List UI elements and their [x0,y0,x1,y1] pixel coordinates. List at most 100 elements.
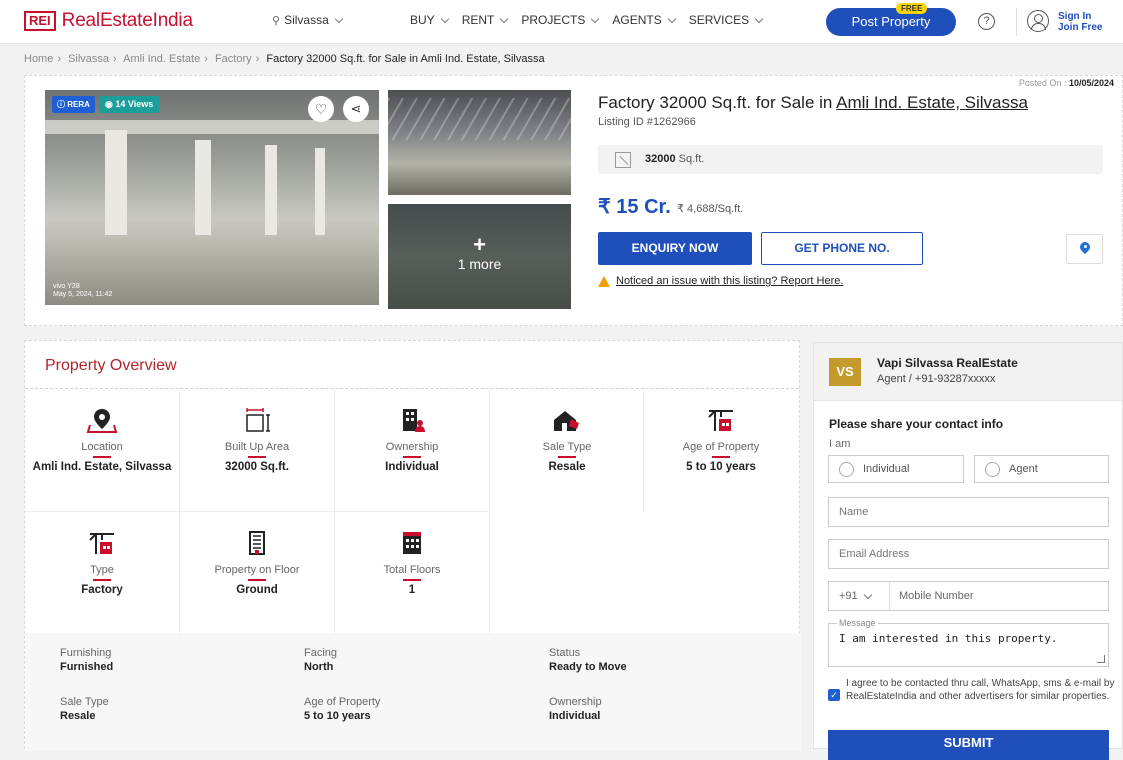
report-link[interactable]: Noticed an issue with this listing? Repo… [616,275,843,287]
nav-agents[interactable]: AGENTS [612,13,676,27]
title-location-link[interactable]: Amli Ind. Estate, Silvassa [836,93,1028,112]
chevron-down-icon [500,14,509,23]
area-box: 32000 Sq.ft. [598,145,1103,174]
nav-buy[interactable]: BUY [410,13,449,27]
radio-agent[interactable]: Agent [974,455,1109,483]
thumbnail-photo[interactable] [388,90,571,195]
city-name: Silvassa [284,13,329,27]
breadcrumb-home[interactable]: Home [24,53,53,65]
detail-facing: Facing North [304,647,337,673]
area-icon [615,152,631,168]
ownership-icon [403,409,425,432]
cell-label: Type [90,564,114,576]
title-prefix: Factory 32000 Sq.ft. for Sale in [598,93,837,112]
detail-value: Ready to Move [549,661,627,673]
radio-circle-icon [839,462,854,477]
radio-individual[interactable]: Individual [828,455,964,483]
more-photos-thumbnail[interactable]: + 1 more [388,204,571,309]
sign-in-link[interactable]: Sign In Join Free [1058,11,1102,33]
email-field[interactable]: Email Address [828,539,1109,569]
plus-icon: + [473,232,486,257]
post-property-button[interactable]: Post Property [826,8,956,36]
nav-rent[interactable]: RENT [461,13,509,27]
cell-value: 5 to 10 years [686,461,756,473]
listing-title: Factory 32000 Sq.ft. for Sale in Amli In… [598,93,1028,113]
listing-id: Listing ID #1262966 [598,116,696,128]
chevron-down-icon [440,14,449,23]
overview-location: Location Amli Ind. Estate, Silvassa [25,389,179,508]
cell-value: Factory [81,584,123,596]
message-field[interactable]: Message I am interested in this property… [828,618,1109,667]
enquiry-now-button[interactable]: ENQUIRY NOW [598,232,752,265]
country-code-select[interactable]: +91 [839,590,872,602]
map-pin-icon[interactable] [1066,234,1103,264]
cell-value: 1 [408,584,416,596]
posted-date: 10/05/2024 [1068,78,1114,88]
message-label: Message [837,618,878,628]
cell-label: Total Floors [383,564,441,576]
share-info-label: Please share your contact info [829,417,1004,431]
nav-label: RENT [461,13,495,27]
mobile-field: +91 Mobile Number [828,581,1109,611]
resize-handle-icon[interactable] [1097,655,1105,663]
main-property-photo[interactable] [45,90,379,305]
breadcrumb-current: Factory 32000 Sq.ft. for Sale in Amli In… [266,53,545,65]
area-unit: Sq.ft. [678,153,705,165]
detail-label: Furnishing [60,647,112,659]
detail-ownership: Ownership Individual [549,696,602,722]
get-phone-button[interactable]: GET PHONE NO. [761,232,923,265]
avatar: VS [829,358,861,386]
overview-age-of-property: Age of Property 5 to 10 years [644,389,798,508]
rera-label: RERA [67,100,90,109]
detail-value: North [304,661,334,673]
radio-label: Agent [1009,463,1038,475]
nav-services[interactable]: SERVICES [689,13,764,27]
detail-furnishing: Furnishing Furnished [60,647,113,673]
crane-icon [708,410,733,431]
nav-label: AGENTS [612,13,662,27]
cell-value: 32000 Sq.ft. [225,461,289,473]
overview-total-floors: Total Floors 1 [335,512,489,631]
heart-icon[interactable]: ♡ [308,96,334,122]
join-free-label: Join Free [1058,22,1103,33]
agent-name[interactable]: Vapi Silvassa RealEstate [877,356,1018,370]
nav-projects[interactable]: PROJECTS [521,13,600,27]
detail-value: Furnished [60,661,114,673]
overview-details: Furnishing Furnished Facing North Status Re… [25,633,801,751]
breadcrumb-locality[interactable]: Amli Ind. Estate [123,53,200,65]
agent-header: VS Vapi Silvassa RealEstate Agent / +91-… [814,343,1122,401]
chevron-down-icon [667,14,676,23]
header-divider [1016,8,1017,36]
radio-circle-icon [985,462,1000,477]
property-overview: Property Overview Location Amli Ind. Est… [24,340,801,751]
site-logo[interactable]: REI RealEstateIndia [24,10,193,32]
chevron-down-icon [863,590,872,599]
warning-icon [598,275,610,287]
cell-label: Location [81,441,123,453]
chevron-down-icon [754,14,764,23]
photo-watermark: vivo Y28 May 5, 2024, 11:42 [53,283,112,299]
report-issue: Noticed an issue with this listing? Repo… [598,275,843,287]
breadcrumb-city[interactable]: Silvassa [68,53,109,65]
mobile-input[interactable]: Mobile Number [899,590,974,602]
agree-text: I agree to be contacted thru call, Whats… [846,678,1115,702]
detail-label: Ownership [549,696,602,708]
sale-type-icon [554,411,579,431]
cell-label: Built Up Area [224,441,290,453]
city-selector[interactable]: ⚲ Silvassa [272,13,343,27]
submit-button[interactable]: SUBMIT [828,730,1109,760]
detail-sale-type: Sale Type Resale [60,696,109,722]
share-icon[interactable]: ⋖ [343,96,369,122]
name-field[interactable]: Name [828,497,1109,527]
detail-label: Age of Property [304,696,381,708]
floors-icon [403,532,421,554]
breadcrumb-type[interactable]: Factory [215,53,252,65]
site-header: REI RealEstateIndia ⚲ Silvassa BUY RENT … [0,0,1123,44]
checkbox-checked-icon[interactable]: ✓ [828,689,840,701]
overview-ownership: Ownership Individual [335,389,489,508]
country-code: +91 [839,590,858,602]
logo-text: RealEstateIndia [61,10,193,31]
overview-type: Type Factory [25,512,179,631]
user-icon[interactable] [1027,10,1049,32]
help-icon[interactable]: ? [978,13,995,30]
